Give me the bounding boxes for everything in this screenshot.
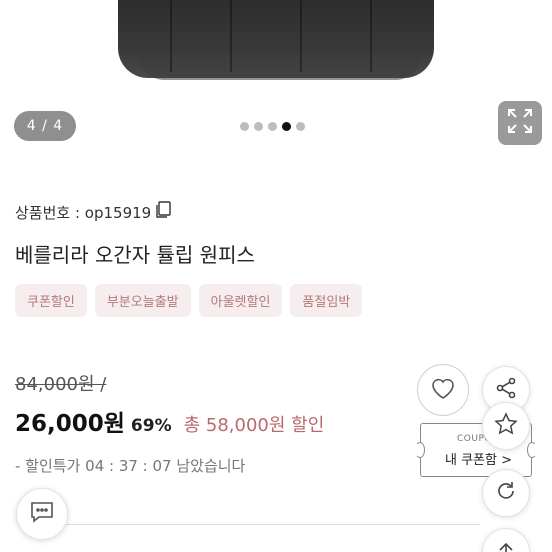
expand-icon xyxy=(507,108,533,138)
coupon-notch xyxy=(527,442,537,458)
product-title: 베를리라 오간자 튤립 원피스 xyxy=(15,243,255,267)
arrow-up-icon xyxy=(496,540,516,552)
heart-icon xyxy=(430,376,456,404)
dress-fold xyxy=(170,0,172,72)
dress-fold xyxy=(300,0,302,72)
product-number-text: 상품번호 : op15919 xyxy=(15,203,152,222)
original-price: 84,000원 / xyxy=(15,374,107,395)
chat-button[interactable] xyxy=(16,488,68,540)
tag-almost-soldout: 품절임박 xyxy=(290,284,363,317)
chat-icon xyxy=(29,500,55,528)
coupon-label: 내 쿠폰함 > xyxy=(445,453,512,468)
expand-button[interactable] xyxy=(498,101,542,145)
dress-hem xyxy=(140,56,420,80)
tag-outlet: 아울렛할인 xyxy=(198,284,283,317)
carousel-dot[interactable] xyxy=(296,122,305,131)
share-icon xyxy=(495,377,517,403)
carousel-dots[interactable] xyxy=(240,122,305,131)
sale-price: 26,000원 xyxy=(15,411,125,437)
tag-coupon: 쿠폰할인 xyxy=(15,284,87,317)
favorite-star-button[interactable] xyxy=(482,402,530,450)
divider xyxy=(60,524,480,525)
discount-rate: 69% xyxy=(130,416,172,436)
sale-timer: - 할인특가 04 : 37 : 07 남았습니다 xyxy=(15,457,246,475)
coupon-notch xyxy=(415,442,425,458)
copy-icon[interactable] xyxy=(155,201,171,223)
scroll-top-button[interactable] xyxy=(482,528,530,552)
carousel-dot[interactable] xyxy=(240,122,249,131)
carousel-dot[interactable] xyxy=(254,122,263,131)
sale-row: 26,000원 69% 총 58,000원 할인 xyxy=(15,404,324,438)
product-number: 상품번호 : op15919 xyxy=(15,201,171,223)
page-counter: 4 / 4 xyxy=(14,111,76,141)
dress-fold xyxy=(230,0,232,72)
carousel-dot[interactable] xyxy=(268,122,277,131)
wishlist-button[interactable] xyxy=(417,364,469,416)
tag-list: 쿠폰할인 부분오늘출발 아울렛할인 품절임박 xyxy=(15,284,363,317)
product-image[interactable]: 4 / 4 xyxy=(0,0,552,150)
tag-today-shipping: 부분오늘출발 xyxy=(94,284,191,317)
refresh-icon xyxy=(495,480,517,506)
star-icon xyxy=(494,412,518,440)
carousel-dot-active[interactable] xyxy=(282,122,291,131)
refresh-button[interactable] xyxy=(482,469,530,517)
dress-fold xyxy=(370,0,372,72)
discount-amount: 총 58,000원 할인 xyxy=(183,415,325,436)
